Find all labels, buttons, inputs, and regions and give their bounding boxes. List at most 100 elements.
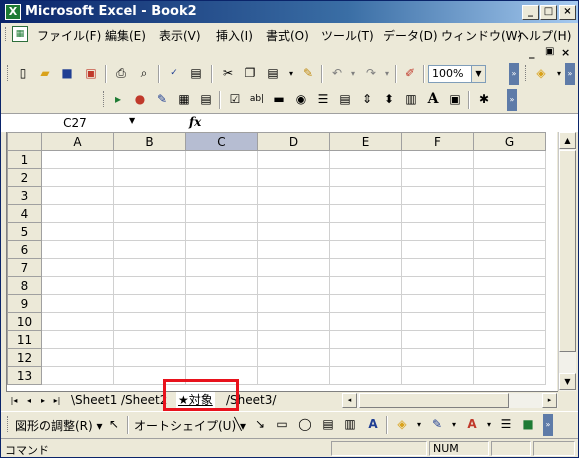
cell[interactable]: [473, 168, 546, 187]
zoom-dropdown-icon[interactable]: ▼: [471, 66, 485, 82]
column-header[interactable]: A: [41, 132, 114, 151]
row-header[interactable]: 11: [7, 330, 42, 349]
permission-icon[interactable]: ▣: [82, 65, 100, 82]
3d-style-icon[interactable]: ■: [519, 416, 537, 433]
paste-dropdown-icon[interactable]: ▾: [282, 65, 300, 82]
sheet-tab-1[interactable]: \Sheet1: [69, 392, 119, 408]
cell[interactable]: [329, 294, 402, 313]
next-sheet-icon[interactable]: ▸: [37, 394, 49, 407]
zoom-box[interactable]: 100% ▼: [428, 65, 486, 83]
cell[interactable]: [185, 276, 258, 295]
line-color-dropdown-icon[interactable]: ▾: [445, 416, 463, 433]
cell[interactable]: [41, 204, 114, 223]
toolbar-grip[interactable]: [7, 416, 10, 432]
row-header[interactable]: 4: [7, 204, 42, 223]
scroll-right-icon[interactable]: ▸: [542, 393, 557, 408]
cell[interactable]: [113, 204, 186, 223]
menu-format[interactable]: 書式(O): [266, 27, 309, 44]
cell[interactable]: [401, 186, 474, 205]
toolbar-grip[interactable]: [525, 65, 528, 81]
more-controls-icon[interactable]: ✱: [475, 91, 493, 108]
scroll-down-icon[interactable]: ▼: [559, 373, 576, 390]
scroll-left-icon[interactable]: ◂: [342, 393, 357, 408]
cell[interactable]: [401, 276, 474, 295]
oval-icon[interactable]: ◯: [296, 416, 314, 433]
doc-restore-button[interactable]: ▣: [545, 46, 554, 57]
cell[interactable]: [473, 204, 546, 223]
research-icon[interactable]: ▤: [187, 65, 205, 82]
option-button-icon[interactable]: ◉: [292, 91, 310, 108]
cell[interactable]: [473, 276, 546, 295]
toggle-button-icon[interactable]: ⇕: [358, 91, 376, 108]
cell[interactable]: [401, 150, 474, 169]
toolbar-options-chevron-2[interactable]: »: [565, 63, 575, 85]
cell[interactable]: [473, 258, 546, 277]
select-all-corner[interactable]: [7, 132, 42, 151]
horizontal-scrollbar[interactable]: ◂ ▸: [342, 393, 558, 408]
run-icon[interactable]: ▸: [109, 91, 127, 108]
cell[interactable]: [41, 294, 114, 313]
cell[interactable]: [41, 312, 114, 331]
row-header[interactable]: 2: [7, 168, 42, 187]
vertical-scrollbar[interactable]: ▲ ▼: [558, 132, 576, 391]
row-header[interactable]: 3: [7, 186, 42, 205]
cell[interactable]: [41, 348, 114, 367]
cell[interactable]: [41, 276, 114, 295]
vertical-textbox-icon[interactable]: ▥: [341, 416, 359, 433]
row-header[interactable]: 1: [7, 150, 42, 169]
cell[interactable]: [257, 204, 330, 223]
drawing-toggle-icon[interactable]: ✐: [401, 65, 419, 82]
cell[interactable]: [329, 276, 402, 295]
name-box-dropdown-icon[interactable]: ▼: [129, 116, 135, 125]
name-box[interactable]: C27: [5, 115, 145, 131]
label-control-icon[interactable]: A: [424, 91, 442, 108]
scrollbar-control-icon[interactable]: ▥: [402, 91, 420, 108]
cell[interactable]: [185, 186, 258, 205]
command-button-icon[interactable]: ▬: [270, 91, 288, 108]
rectangle-icon[interactable]: ▭: [273, 416, 291, 433]
cell[interactable]: [113, 348, 186, 367]
cell[interactable]: [185, 222, 258, 241]
row-header[interactable]: 5: [7, 222, 42, 241]
undo-dropdown-icon[interactable]: ▾: [344, 65, 362, 82]
insert-function-icon[interactable]: fx: [189, 115, 201, 129]
cell[interactable]: [401, 258, 474, 277]
fill-bucket-dropdown-icon[interactable]: ▾: [410, 416, 428, 433]
font-color-dropdown-icon[interactable]: ▾: [480, 416, 498, 433]
cell[interactable]: [113, 240, 186, 259]
cell[interactable]: [257, 150, 330, 169]
select-objects-icon[interactable]: ↖: [105, 416, 123, 433]
open-icon[interactable]: ▰: [36, 65, 54, 82]
cell[interactable]: [401, 330, 474, 349]
cell[interactable]: [329, 240, 402, 259]
cell[interactable]: [257, 276, 330, 295]
last-sheet-icon[interactable]: ▸|: [51, 394, 63, 407]
format-painter-icon[interactable]: ✎: [299, 65, 317, 82]
cell[interactable]: [401, 294, 474, 313]
cell[interactable]: [329, 168, 402, 187]
column-header[interactable]: E: [329, 132, 402, 151]
cell[interactable]: [401, 312, 474, 331]
toolbar-options-chevron[interactable]: »: [509, 63, 519, 85]
combobox-icon[interactable]: ▤: [336, 91, 354, 108]
close-button[interactable]: ×: [559, 5, 576, 20]
cell[interactable]: [329, 348, 402, 367]
menu-insert[interactable]: 挿入(I): [216, 27, 253, 44]
row-header[interactable]: 12: [7, 348, 42, 367]
column-header[interactable]: D: [257, 132, 330, 151]
row-header[interactable]: 7: [7, 258, 42, 277]
cell[interactable]: [401, 348, 474, 367]
print-icon[interactable]: ⎙: [112, 65, 130, 82]
cell[interactable]: [185, 150, 258, 169]
paste-icon[interactable]: ▤: [264, 65, 282, 82]
cell[interactable]: [113, 168, 186, 187]
cell[interactable]: [473, 222, 546, 241]
textbox-control-icon[interactable]: ab|: [248, 91, 266, 108]
view-code-icon[interactable]: ▤: [197, 91, 215, 108]
horizontal-scroll-thumb[interactable]: [359, 393, 509, 408]
prev-sheet-icon[interactable]: ◂: [23, 394, 35, 407]
menu-grip[interactable]: [5, 27, 8, 41]
cell-table[interactable]: A B C D E F G 1 2 3 4 5 6 7 8 9 10 11 12 13: [7, 132, 546, 385]
row-header[interactable]: 6: [7, 240, 42, 259]
cell[interactable]: [185, 348, 258, 367]
